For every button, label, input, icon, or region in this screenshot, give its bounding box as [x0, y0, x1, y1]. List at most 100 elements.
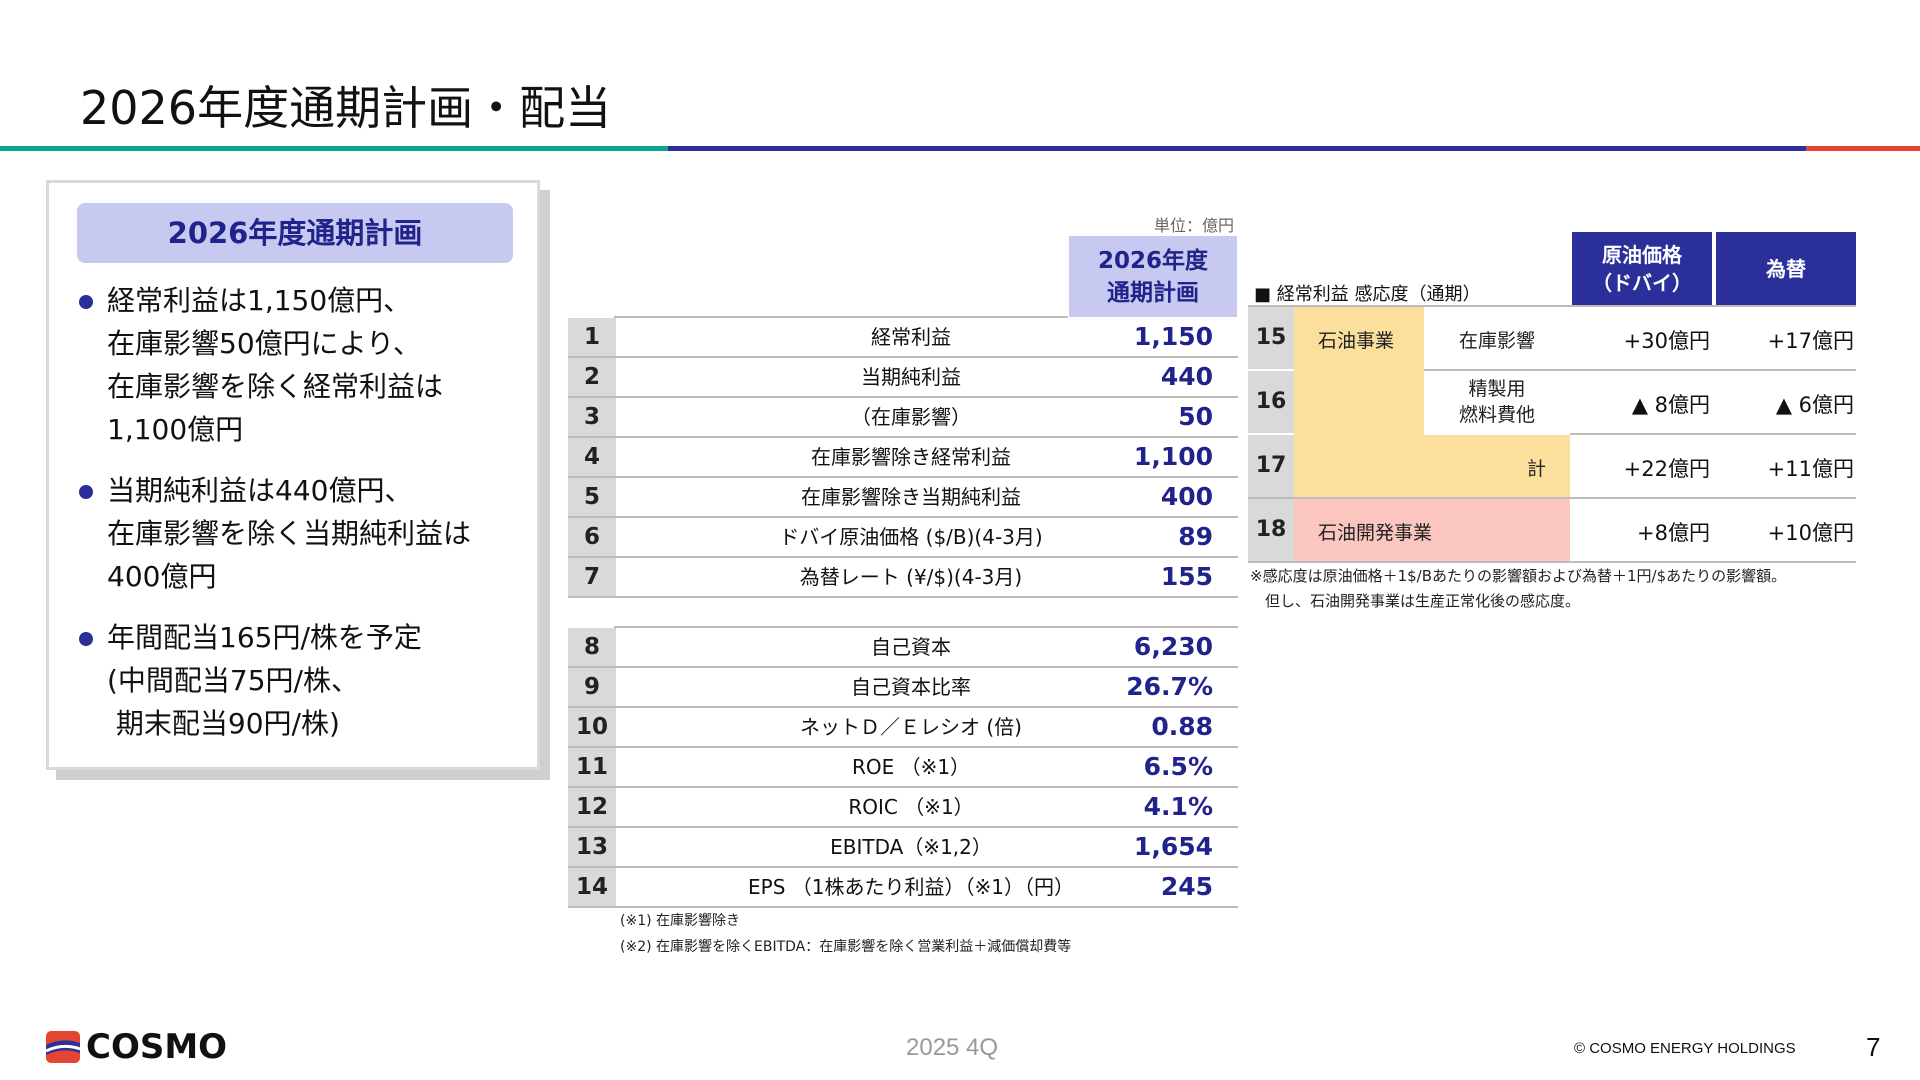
table-row: 2 当期純利益 440: [568, 358, 1238, 398]
bullet-line: 経常利益は1,150億円、: [107, 284, 412, 317]
header-line: 原油価格: [1602, 242, 1682, 267]
panel-heading: 2026年度通期計画: [77, 203, 513, 263]
plan-table-notes: (※1) 在庫影響除き (※2) 在庫影響を除くEBITDA：在庫影響を除く営業…: [620, 908, 1071, 960]
row-divider: [1248, 497, 1856, 499]
row-number: 13: [568, 828, 616, 866]
fx-value: +11億円: [1767, 457, 1854, 481]
item-line: 燃料費他: [1458, 404, 1535, 426]
column-header-line: 通期計画: [1107, 279, 1199, 306]
header-rule-red: [1806, 146, 1920, 151]
bullet-line: 在庫影響50億円により、: [107, 327, 421, 360]
copyright: © COSMO ENERGY HOLDINGS: [1574, 1040, 1796, 1057]
column-header-line: 2026年度: [1097, 247, 1208, 274]
note-line: ※感応度は原油価格＋1$/Bあたりの影響額および為替＋1円/$あたりの影響額。: [1250, 567, 1787, 585]
header-rule-navy: [668, 146, 1806, 151]
segment-label-oil: 石油事業: [1318, 330, 1395, 352]
bullet-dot-icon: [79, 485, 93, 499]
table-row: 12 ROIC （※1） 4.1%: [568, 788, 1238, 828]
row-number: 1: [568, 318, 616, 356]
note-line: (※1) 在庫影響除き: [620, 913, 741, 929]
table-row: 10 ネットＤ／Ｅレシオ (倍) 0.88: [568, 708, 1238, 748]
bullet-dot-icon: [79, 295, 93, 309]
table-row: 13 EBITDA（※1,2） 1,654: [568, 828, 1238, 868]
row-number: 16: [1248, 371, 1294, 433]
sensitivity-title: ■ 経常利益 感応度（通期）: [1254, 284, 1481, 305]
row-value: 6,230: [1133, 632, 1213, 661]
bullet-line: 在庫影響を除く経常利益は: [107, 370, 444, 403]
bullet-line: 400億円: [107, 560, 217, 593]
unit-label: 単位：億円: [1153, 216, 1234, 235]
row-number: 10: [568, 708, 616, 746]
header-rule-teal: [0, 146, 668, 151]
row-divider: [1248, 561, 1856, 563]
item-label-total: 計: [1526, 458, 1546, 480]
table-row: 9 自己資本比率 26.7%: [568, 668, 1238, 708]
table-row: 4 在庫影響除き経常利益 1,100: [568, 438, 1238, 478]
row-number: 9: [568, 668, 616, 706]
bullet-line: 在庫影響を除く当期純利益は: [107, 517, 472, 550]
row-number: 7: [568, 558, 616, 596]
fx-value: +10億円: [1767, 521, 1854, 545]
row-number: 3: [568, 398, 616, 436]
row-value: 1,150: [1133, 322, 1213, 351]
row-value: 50: [1178, 402, 1213, 431]
row-number: 6: [568, 518, 616, 556]
summary-bullets: 経常利益は1,150億円、 在庫影響50億円により、 在庫影響を除く経常利益は …: [79, 279, 529, 763]
period-label: 2025 4Q: [906, 1034, 999, 1061]
note-line: 但し、石油開発事業は生産正常化後の感応度。: [1250, 592, 1581, 610]
row-divider: [1424, 369, 1856, 371]
cosmo-logo-icon: [45, 1031, 81, 1063]
plan-summary-panel: 2026年度通期計画 経常利益は1,150億円、 在庫影響50億円により、 在庫…: [46, 180, 540, 770]
row-number: 14: [568, 868, 616, 906]
header-fx: 為替: [1716, 232, 1856, 305]
row-value: 0.88: [1151, 712, 1213, 741]
table-row: 6 ドバイ原油価格 ($/B)(4-3月) 89: [568, 518, 1238, 558]
bullet-dividend: 年間配当165円/株を予定 (中間配当75円/株、 期末配当90円/株): [79, 616, 529, 745]
row-value: 1,654: [1133, 832, 1213, 861]
row-number: 12: [568, 788, 616, 826]
table-row: 11 ROE （※1） 6.5%: [568, 748, 1238, 788]
row-value: 4.1%: [1143, 792, 1213, 821]
row-number: 17: [1248, 435, 1294, 497]
row-number: 5: [568, 478, 616, 516]
cosmo-logo: COSMO: [45, 1027, 228, 1067]
crude-value: +22億円: [1623, 457, 1710, 481]
table-row: 1 経常利益 1,150: [568, 318, 1238, 358]
item-label: 在庫影響: [1458, 330, 1535, 352]
header-line: 為替: [1766, 256, 1806, 281]
row-number: 4: [568, 438, 616, 476]
row-value: 440: [1160, 362, 1213, 391]
crude-value: +30億円: [1623, 329, 1710, 353]
bullet-net-income: 当期純利益は440億円、 在庫影響を除く当期純利益は 400億円: [79, 469, 529, 598]
bullet-line: 年間配当165円/株を予定: [107, 621, 422, 654]
segment-label-upstream: 石油開発事業: [1318, 522, 1433, 544]
logo-wordmark: COSMO: [86, 1027, 228, 1067]
row-number: 2: [568, 358, 616, 396]
header-crude-price: 原油価格 （ドバイ）: [1572, 232, 1712, 305]
table-row: 3 （在庫影響） 50: [568, 398, 1238, 438]
row-value: 1,100: [1133, 442, 1213, 471]
row-value: 245: [1160, 872, 1213, 901]
sensitivity-notes: ※感応度は原油価格＋1$/Bあたりの影響額および為替＋1円/$あたりの影響額。 …: [1250, 564, 1786, 614]
page-number: 7: [1866, 1032, 1881, 1062]
bullet-dot-icon: [79, 632, 93, 646]
row-divider: [1570, 433, 1856, 435]
table-row: 7 為替レート (¥/$)(4-3月) 155: [568, 558, 1238, 598]
note-line: (※2) 在庫影響を除くEBITDA：在庫影響を除く営業利益＋減価償却費等: [620, 939, 1072, 955]
row-value: 89: [1178, 522, 1213, 551]
row-value: 155: [1160, 562, 1213, 591]
crude-value: ▲ 8億円: [1631, 393, 1710, 417]
header-line: （ドバイ）: [1592, 270, 1692, 295]
fx-value: +17億円: [1767, 329, 1854, 353]
table-row: 14 EPS （1株あたり利益）（※1）（円） 245: [568, 868, 1238, 908]
row-number: 11: [568, 748, 616, 786]
row-value: 26.7%: [1126, 672, 1213, 701]
bullet-line: (中間配当75円/株、: [107, 664, 359, 697]
item-line: 精製用: [1468, 378, 1526, 400]
bullet-line: 期末配当90円/株): [107, 707, 340, 740]
table-row: 8 自己資本 6,230: [568, 628, 1238, 668]
fx-value: ▲ 6億円: [1775, 393, 1854, 417]
bullet-ordinary-profit: 経常利益は1,150億円、 在庫影響50億円により、 在庫影響を除く経常利益は …: [79, 279, 529, 451]
row-value: 6.5%: [1143, 752, 1213, 781]
row-number: 15: [1248, 307, 1294, 369]
